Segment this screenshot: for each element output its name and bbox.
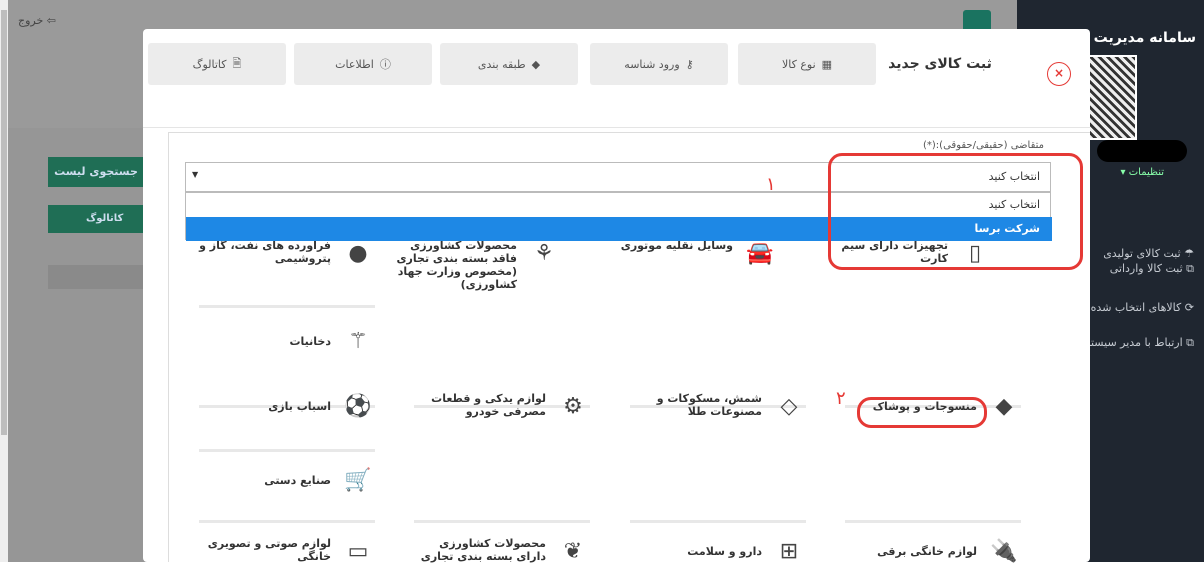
annotation-marker-2: ۲ bbox=[836, 388, 846, 409]
category-agri-unpacked[interactable]: ⚘ محصولات کشاورزی فاقد بسته بندی تجاری (… bbox=[385, 239, 561, 291]
document-icon: 🗎 bbox=[232, 56, 242, 70]
category-handicrafts[interactable]: 🛒 صنایع دستی bbox=[199, 466, 375, 496]
grid-icon: ▦ bbox=[821, 57, 833, 71]
soccer-ball-icon: ⚽ bbox=[344, 394, 372, 419]
sidebar-item-selected-products[interactable]: ⟳ کالاهای انتخاب شده bbox=[1091, 301, 1194, 314]
plug-icon: 🔌 bbox=[990, 539, 1018, 564]
modal-tabs: 🗎 کاتالوگ ⓘ اطلاعات ◆ طبقه بندی ⚷ ورود شناسه… bbox=[143, 29, 1090, 127]
search-list-button[interactable]: جستجوی لیست bbox=[48, 157, 144, 187]
category-motor-vehicles[interactable]: 🚘 وسایل نقلیه موتوری bbox=[601, 239, 777, 269]
category-auto-parts[interactable]: ⚙ لوازم یدکی و قطعات مصرفی خودرو bbox=[414, 392, 590, 422]
category-audio-video[interactable]: ▭ لوازم صوتی و تصویری خانگی bbox=[199, 537, 375, 567]
gears-icon: ⚙ bbox=[563, 394, 583, 419]
annotation-box-1 bbox=[828, 153, 1083, 270]
logout-label: خروج bbox=[18, 14, 44, 27]
logout-icon: ⇦ bbox=[46, 14, 57, 27]
new-product-modal: 🗎 کاتالوگ ⓘ اطلاعات ◆ طبقه بندی ⚷ ورود شناسه… bbox=[143, 29, 1090, 564]
category-tobacco[interactable]: ⚚ دخانیات bbox=[199, 327, 375, 357]
magic-wand-icon: ⚚ bbox=[348, 329, 368, 354]
scrollbar-thumb[interactable] bbox=[1, 10, 7, 435]
tag-icon: ◆ bbox=[995, 394, 1013, 419]
cart-plus-icon: 🛒 bbox=[344, 468, 372, 493]
divider bbox=[845, 520, 1021, 523]
category-oil-gas[interactable]: ● فرآورده های نفت، گاز و پتروشیمی bbox=[199, 239, 375, 269]
tab-catalog[interactable]: 🗎 کاتالوگ bbox=[148, 43, 286, 85]
tab-classification[interactable]: ◆ طبقه بندی bbox=[440, 43, 578, 85]
oil-drop-icon: ● bbox=[348, 241, 368, 266]
divider bbox=[199, 520, 375, 523]
divider bbox=[143, 127, 1090, 128]
sidebar-item-contact-admin[interactable]: ⧉ ارتباط با مدیر سیستم bbox=[1084, 336, 1194, 350]
info-icon: ⓘ bbox=[379, 58, 391, 71]
close-button[interactable]: × bbox=[1047, 62, 1071, 86]
category-pharma[interactable]: ⊞ دارو و سلامت bbox=[630, 537, 806, 567]
tab-info[interactable]: ⓘ اطلاعات bbox=[294, 43, 432, 85]
table-header-catalog: کاتالوگ bbox=[48, 205, 148, 233]
modal-title: ثبت کالای جدید bbox=[888, 56, 992, 72]
chevron-down-icon: ▼ bbox=[192, 170, 199, 179]
key-icon: ⚷ bbox=[685, 57, 694, 71]
annotation-box-2 bbox=[857, 397, 987, 428]
plus-square-icon: ⊞ bbox=[779, 539, 799, 564]
divider bbox=[630, 520, 806, 523]
category-home-appliances[interactable]: 🔌 لوازم خانگی برقی bbox=[845, 537, 1021, 567]
sidebar-item-register-product[interactable]: ☂ ثبت کالای تولیدی bbox=[1103, 247, 1194, 260]
divider bbox=[414, 520, 590, 523]
applicant-label: متقاضی (حقیقی/حقوقی):(*) bbox=[923, 140, 1045, 151]
settings-dropdown[interactable]: تنظیمات ▾ bbox=[1121, 167, 1164, 178]
leaf-icon: ❦ bbox=[563, 539, 583, 564]
divider bbox=[199, 305, 375, 308]
logout-link[interactable]: ⇦ خروج bbox=[18, 14, 56, 27]
tag-icon: ◆ bbox=[531, 57, 541, 71]
divider bbox=[199, 449, 375, 452]
diamond-icon: ◇ bbox=[780, 394, 798, 419]
tab-identifier[interactable]: ⚷ ورود شناسه bbox=[590, 43, 728, 85]
redacted-username bbox=[1097, 140, 1187, 162]
category-agri-packed[interactable]: ❦ محصولات کشاورزی دارای بسته بندی تجاری bbox=[414, 537, 590, 567]
table-row bbox=[48, 265, 148, 289]
plant-icon: ⚘ bbox=[534, 241, 554, 266]
tv-icon: ▭ bbox=[347, 539, 369, 564]
category-toys[interactable]: ⚽ اسباب بازی bbox=[199, 392, 375, 422]
tab-product-type[interactable]: ▦ نوع کالا bbox=[738, 43, 876, 85]
category-gold[interactable]: ◇ شمش، مسکوکات و مصنوعات طلا bbox=[630, 392, 806, 422]
qr-code-image bbox=[1087, 55, 1137, 140]
annotation-marker-1: ۱ bbox=[766, 174, 776, 195]
car-icon: 🚘 bbox=[746, 241, 774, 266]
sidebar-item-register-import[interactable]: ⧉ ثبت کالا وارداتی bbox=[1110, 262, 1194, 276]
scrollbar[interactable] bbox=[0, 0, 8, 562]
